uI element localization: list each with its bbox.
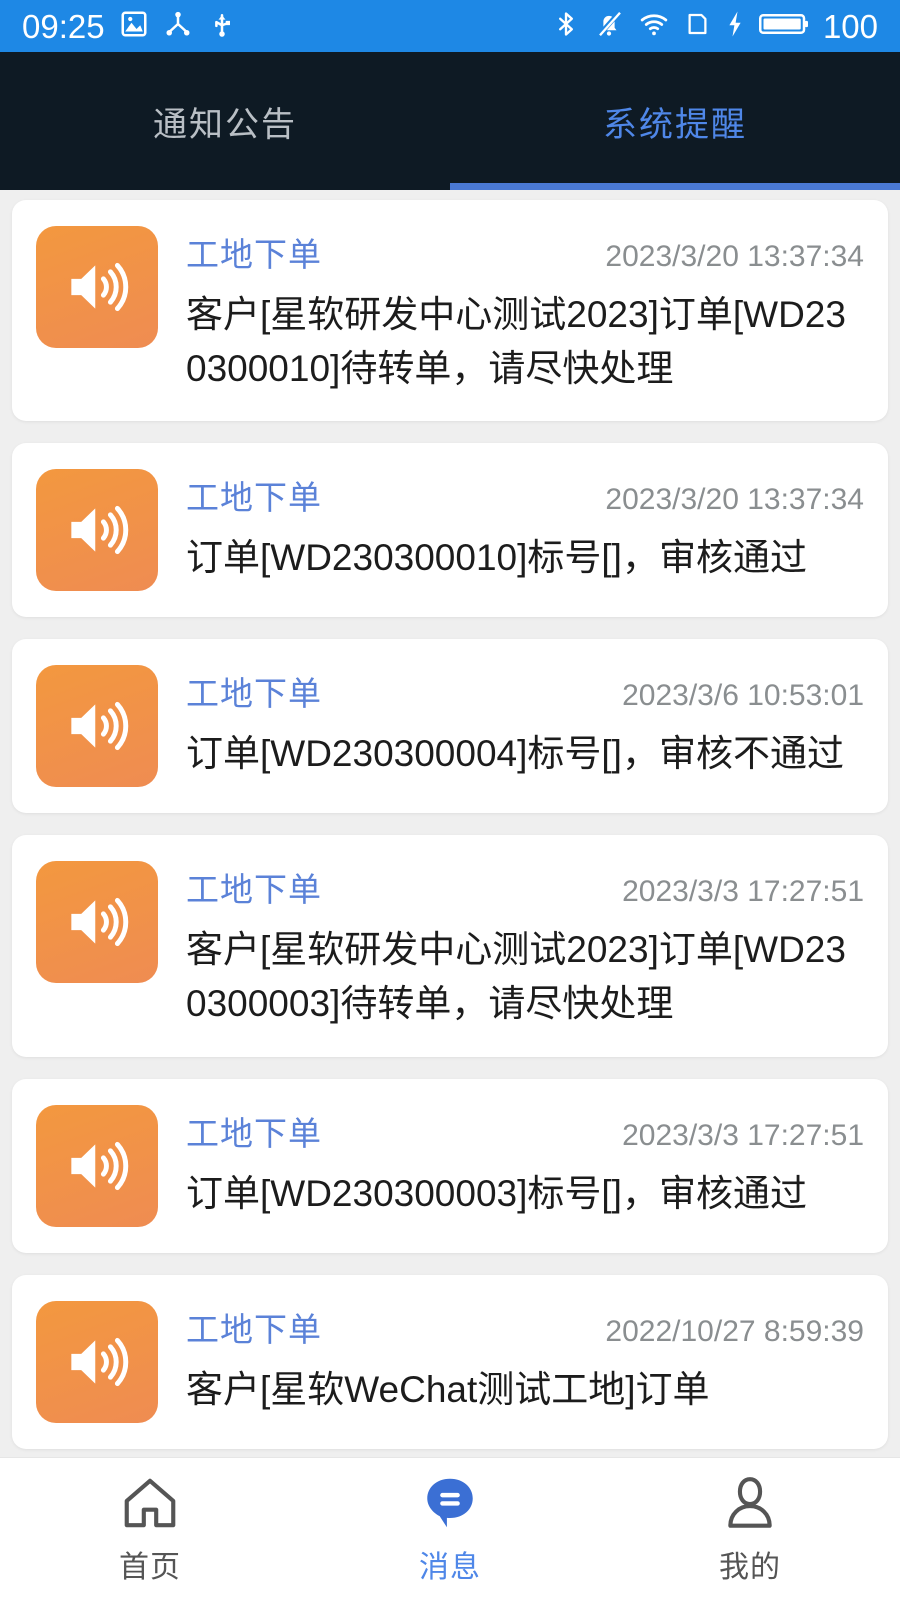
speaker-icon: [36, 665, 158, 788]
list-item-title: 工地下单: [186, 1114, 322, 1152]
list-item-title: 工地下单: [186, 479, 322, 517]
list-item-header: 工地下单 2023/3/6 10:53:01: [186, 667, 864, 715]
list-item[interactable]: 工地下单 2023/3/3 17:27:51 客户[星软研发中心测试2023]订…: [12, 835, 888, 1057]
list-item[interactable]: 工地下单 2023/3/20 13:37:34 客户[星软研发中心测试2023]…: [12, 200, 888, 422]
list-item[interactable]: 工地下单 2022/10/27 8:59:39 客户[星软WeChat测试工地]…: [12, 1274, 888, 1449]
tab-notifications-label: 通知公告: [153, 105, 297, 144]
list-item-text: 客户[星软研发中心测试2023]订单[WD230300003]待转单，请尽快处理: [186, 929, 846, 1024]
list-item-body: 工地下单 2023/3/6 10:53:01 订单[WD230300004]标号…: [186, 665, 864, 787]
app-screen: 09:25 100 通知公告 系统提醒 工地下单 2023/3/20 13:37…: [0, 0, 900, 1600]
speaker-icon: [36, 469, 158, 592]
list-item[interactable]: 工地下单 2023/3/20 13:37:34 订单[WD230300010]标…: [12, 443, 888, 618]
battery-percent-label: 100: [822, 7, 878, 45]
list-item-timestamp: 2023/3/20 13:37:34: [605, 240, 864, 273]
tab-active-underline: [450, 183, 900, 190]
list-item-header: 工地下单 2022/10/27 8:59:39: [186, 1303, 864, 1351]
list-item-body: 工地下单 2023/3/3 17:27:51 客户[星软研发中心测试2023]订…: [186, 861, 864, 1030]
tab-notifications[interactable]: 通知公告: [0, 52, 450, 190]
mute-bell-icon: [594, 9, 624, 44]
person-icon: [719, 1472, 781, 1534]
share-nodes-icon: [163, 9, 193, 44]
wifi-icon: [638, 9, 670, 44]
nav-item-home[interactable]: 首页: [0, 1472, 300, 1586]
list-item[interactable]: 工地下单 2023/3/6 10:53:01 订单[WD230300004]标号…: [12, 639, 888, 814]
speaker-icon: [36, 226, 158, 348]
list-item-header: 工地下单 2023/3/3 17:27:51: [186, 1107, 864, 1155]
list-item-header: 工地下单 2023/3/20 13:37:34: [186, 471, 864, 519]
image-icon: [119, 9, 149, 44]
nav-item-profile-label: 我的: [719, 1551, 781, 1584]
battery-icon: [758, 9, 809, 44]
list-item-timestamp: 2023/3/3 17:27:51: [622, 875, 864, 909]
status-bar-clock: 09:25: [22, 7, 105, 45]
nav-item-messages[interactable]: 消息: [300, 1472, 600, 1586]
list-item-body: 工地下单 2023/3/20 13:37:34 客户[星软研发中心测试2023]…: [186, 226, 864, 395]
status-bar-left: 09:25: [22, 9, 237, 44]
list-item[interactable]: 工地下单 2023/3/3 17:27:51 订单[WD230300003]标号…: [12, 1078, 888, 1253]
list-item-title: 工地下单: [186, 871, 322, 909]
sim-card-icon: [684, 9, 711, 44]
list-item-body: 工地下单 2022/10/27 8:59:39 客户[星软WeChat测试工地]…: [186, 1301, 864, 1423]
nav-item-messages-label: 消息: [419, 1551, 481, 1584]
tab-system-alerts[interactable]: 系统提醒: [450, 52, 900, 190]
list-item-text: 订单[WD230300010]标号[]，审核通过: [186, 537, 807, 579]
status-bar: 09:25 100: [0, 0, 900, 52]
list-item-header: 工地下单 2023/3/3 17:27:51: [186, 863, 864, 911]
list-item-text: 订单[WD230300003]标号[]，审核通过: [186, 1172, 807, 1214]
speaker-icon: [36, 1300, 158, 1423]
home-icon: [119, 1472, 181, 1534]
usb-icon: [207, 9, 237, 44]
list-item-title: 工地下单: [186, 1310, 322, 1348]
nav-item-home-label: 首页: [119, 1551, 181, 1584]
tab-bar: 通知公告 系统提醒: [0, 52, 900, 190]
tab-system-alerts-label: 系统提醒: [603, 105, 747, 144]
list-item-text: 订单[WD230300004]标号[]，审核不通过: [186, 733, 844, 775]
list-item-timestamp: 2023/3/20 13:37:34: [605, 483, 864, 517]
nav-item-profile[interactable]: 我的: [600, 1472, 900, 1586]
list-item-text: 客户[星软研发中心测试2023]订单[WD230300010]待转单，请尽快处理: [186, 294, 846, 389]
charging-bolt-icon: [725, 9, 745, 44]
speaker-icon: [36, 1104, 158, 1227]
status-bar-right: 100: [552, 9, 878, 44]
list-item-title: 工地下单: [186, 236, 322, 273]
list-item-body: 工地下单 2023/3/3 17:27:51 订单[WD230300003]标号…: [186, 1105, 864, 1227]
list-item-title: 工地下单: [186, 675, 322, 713]
bluetooth-icon: [552, 9, 580, 44]
speaker-icon: [36, 861, 158, 984]
list-item-timestamp: 2022/10/27 8:59:39: [605, 1314, 864, 1348]
list-item-body: 工地下单 2023/3/20 13:37:34 订单[WD230300010]标…: [186, 469, 864, 591]
list-item-timestamp: 2023/3/6 10:53:01: [622, 679, 864, 713]
list-item-text: 客户[星软WeChat测试工地]订单: [186, 1368, 710, 1410]
list-item-timestamp: 2023/3/3 17:27:51: [622, 1118, 864, 1152]
list-item-header: 工地下单 2023/3/20 13:37:34: [186, 228, 864, 276]
message-list[interactable]: 工地下单 2023/3/20 13:37:34 客户[星软研发中心测试2023]…: [0, 190, 900, 1458]
bottom-nav: 首页 消息 我的: [0, 1457, 900, 1600]
message-bubble-icon: [419, 1472, 481, 1534]
